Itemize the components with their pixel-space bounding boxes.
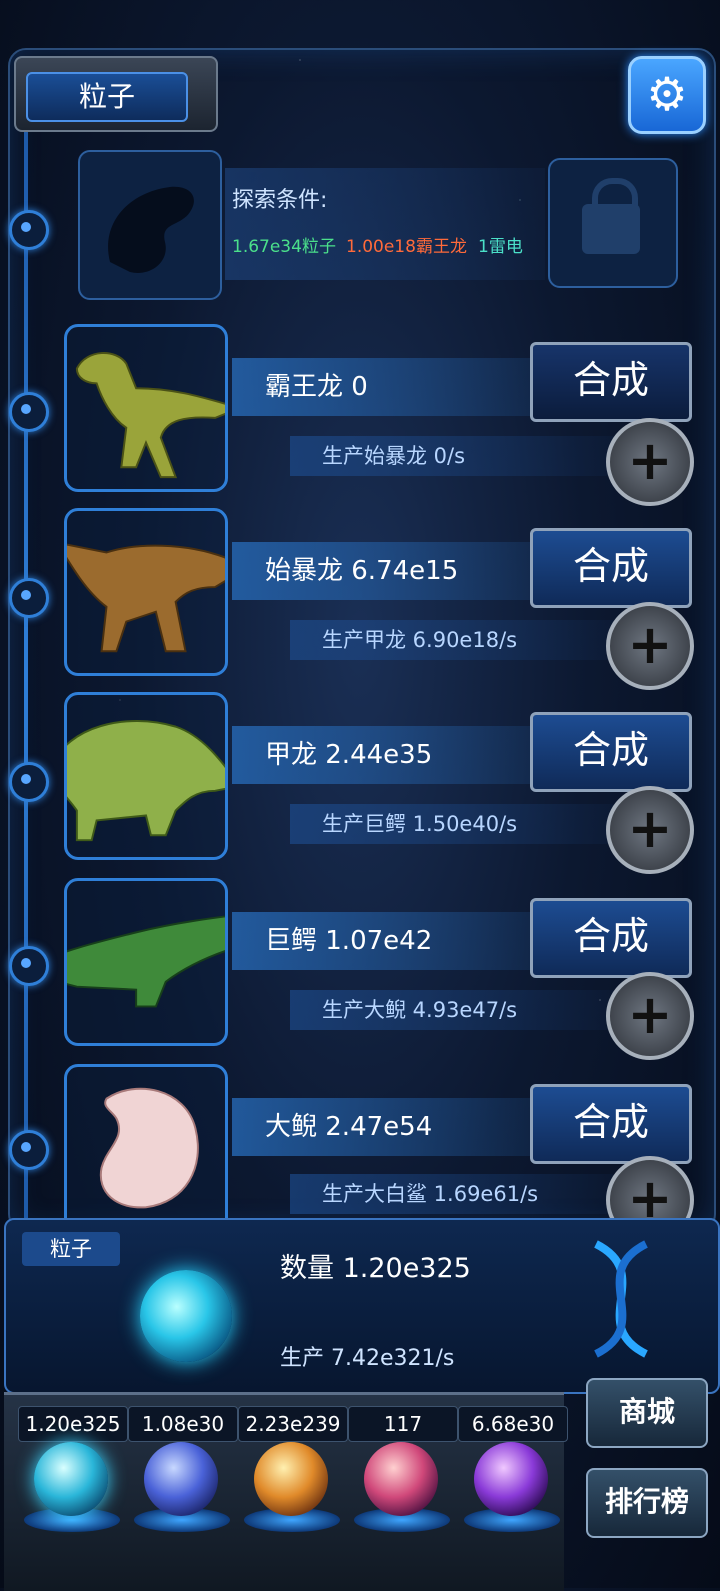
progress-rail xyxy=(24,130,28,1220)
creature-name-count: 霸王龙 0 xyxy=(265,372,368,402)
explore-condition-label: 探索条件: xyxy=(232,188,328,213)
particle-orb-icon xyxy=(140,1270,232,1362)
resource-value-particles: 1.20e325 xyxy=(18,1406,128,1442)
synthesize-button[interactable]: 合成 xyxy=(530,1084,692,1164)
rail-node xyxy=(9,762,49,802)
dna-icon xyxy=(594,1240,648,1358)
creature-card-eotyrannus[interactable] xyxy=(55,508,242,676)
creature-card-crocodile[interactable] xyxy=(25,878,256,1046)
shop-button[interactable]: 商城 xyxy=(586,1378,708,1448)
synthesize-button[interactable]: 合成 xyxy=(530,712,692,792)
creature-card-trex[interactable] xyxy=(64,324,243,492)
particle-orb-tab[interactable] xyxy=(34,1442,108,1516)
brain-orb-tab[interactable] xyxy=(364,1442,438,1516)
particle-count: 数量 1.20e325 xyxy=(280,1253,471,1284)
add-plus-icon[interactable]: + xyxy=(606,418,694,506)
particle-production-rate: 生产 7.42e321/s xyxy=(280,1346,455,1371)
fire-orb-tab[interactable] xyxy=(254,1442,328,1516)
creature-production-rate: 生产始暴龙 0/s xyxy=(322,444,466,468)
creature-production-rate: 生产巨鳄 1.50e40/s xyxy=(322,812,518,836)
creature-name-count: 巨鳄 1.07e42 xyxy=(265,926,433,956)
add-plus-icon[interactable]: + xyxy=(606,786,694,874)
rail-node xyxy=(9,946,49,986)
creature-name-count: 甲龙 2.44e35 xyxy=(265,740,433,770)
particle-tab: 粒子 xyxy=(22,1232,120,1266)
rail-node xyxy=(9,578,49,618)
lock-icon-body xyxy=(582,204,640,254)
rail-lock-node xyxy=(9,210,49,250)
creature-production-rate: 生产大白鲨 1.69e61/s xyxy=(322,1182,539,1206)
page-title: 粒子 xyxy=(26,72,188,122)
vortex-orb-tab[interactable] xyxy=(474,1442,548,1516)
add-plus-icon[interactable]: + xyxy=(606,972,694,1060)
leaderboard-button[interactable]: 排行榜 xyxy=(586,1468,708,1538)
resource-value-brain: 117 xyxy=(348,1406,458,1442)
creature-card-ankylosaurus[interactable] xyxy=(51,692,242,860)
add-plus-icon[interactable]: + xyxy=(606,602,694,690)
synthesize-button[interactable]: 合成 xyxy=(530,898,692,978)
creature-name-count: 大鲵 2.47e54 xyxy=(265,1112,433,1142)
creature-card-salamander[interactable] xyxy=(64,1064,228,1232)
rail-node xyxy=(9,392,49,432)
requirement-particles: 1.67e34粒子 xyxy=(232,237,336,257)
settings-gear-icon[interactable]: ⚙ xyxy=(628,56,706,134)
thunder-orb-tab[interactable] xyxy=(144,1442,218,1516)
synthesize-button[interactable]: 合成 xyxy=(530,342,692,422)
resource-value-fire: 2.23e239 xyxy=(238,1406,348,1442)
locked-creature-silhouette xyxy=(78,150,222,300)
resource-value-vortex: 6.68e30 xyxy=(458,1406,568,1442)
requirement-thunder: 1雷电 xyxy=(478,237,523,257)
requirement-trex: 1.00e18霸王龙 xyxy=(346,237,467,257)
creature-production-rate: 生产甲龙 6.90e18/s xyxy=(322,628,518,652)
resource-value-thunder: 1.08e30 xyxy=(128,1406,238,1442)
rail-node xyxy=(9,1130,49,1170)
creature-name-count: 始暴龙 6.74e15 xyxy=(265,556,459,586)
creature-production-rate: 生产大鲵 4.93e47/s xyxy=(322,998,518,1022)
synthesize-button[interactable]: 合成 xyxy=(530,528,692,608)
